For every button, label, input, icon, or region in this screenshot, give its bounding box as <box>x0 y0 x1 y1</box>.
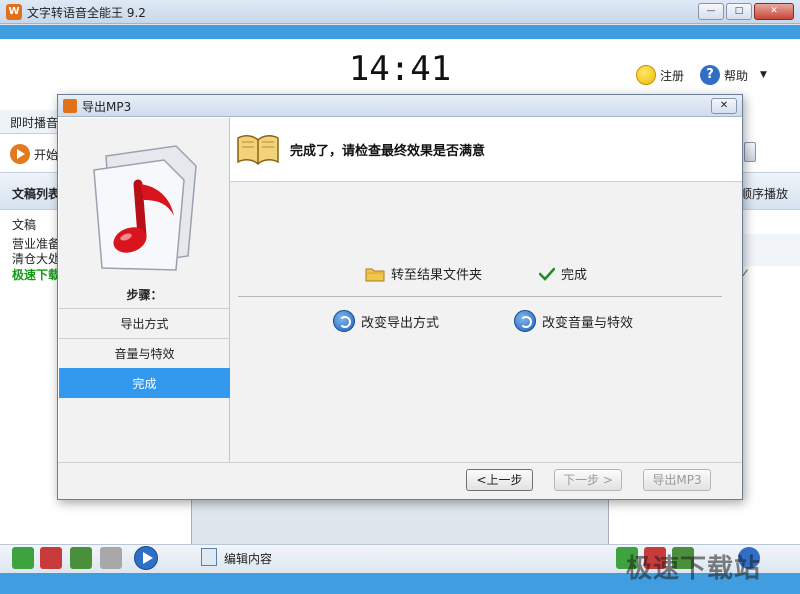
previous-step-button[interactable]: <上一步 <box>466 469 533 491</box>
change-export-method-button[interactable]: 改变导出方式 <box>333 310 439 332</box>
watermark: 极速下载站 <box>626 554 762 584</box>
top-blue-band <box>0 25 800 39</box>
volume-slider-handle[interactable] <box>744 142 756 162</box>
music-note-icon <box>93 145 197 271</box>
dialog-title: 导出MP3 <box>82 100 132 114</box>
register-button[interactable]: 注册 <box>636 65 684 85</box>
open-result-folder-button[interactable]: 转至结果文件夹 <box>365 264 482 283</box>
green-check-icon <box>539 267 555 281</box>
step-volume-effects[interactable]: 音量与特效 <box>59 338 230 368</box>
open-result-folder-label: 转至结果文件夹 <box>391 268 483 283</box>
start-button[interactable]: 开始 <box>10 144 58 164</box>
help-label: 帮助 <box>724 68 749 83</box>
step-finish[interactable]: 完成 <box>59 368 230 398</box>
dialog-title-bar <box>58 95 742 117</box>
add-document-icon[interactable] <box>12 547 34 569</box>
list-item[interactable]: 文稿 <box>12 216 36 233</box>
delete-document-icon[interactable] <box>40 547 62 569</box>
help-button[interactable]: ? 帮助 <box>700 65 748 85</box>
change-export-method-label: 改变导出方式 <box>361 315 440 331</box>
change-volume-effects-button[interactable]: 改变音量与特效 <box>514 310 633 332</box>
back-arrow-icon <box>514 310 536 332</box>
export-mp3-button[interactable]: 导出MP3 <box>643 469 711 491</box>
dialog-app-icon <box>63 99 77 113</box>
tab-instant-broadcast[interactable]: 即时播音 <box>10 114 58 131</box>
start-label: 开始 <box>34 147 59 162</box>
list-item[interactable]: 清仓大处 <box>12 250 60 267</box>
steps-sidebar: 步骤： 导出方式 音量与特效 完成 <box>59 118 230 463</box>
dialog-footer <box>58 462 742 499</box>
edit-content-label[interactable]: 编辑内容 <box>224 550 272 567</box>
move-up-icon[interactable] <box>70 547 92 569</box>
play-icon <box>10 144 30 164</box>
register-label: 注册 <box>660 68 685 83</box>
back-arrow-icon <box>333 310 355 332</box>
maximize-button[interactable]: □ <box>726 3 752 20</box>
move-down-icon[interactable] <box>100 547 122 569</box>
minimize-button[interactable]: — <box>698 3 724 20</box>
step-export-method[interactable]: 导出方式 <box>59 308 230 338</box>
steps-title: 步骤： <box>126 288 163 302</box>
book-icon <box>237 135 279 166</box>
next-step-button[interactable]: 下一步 > <box>554 469 622 491</box>
help-dropdown-caret-icon[interactable]: ▼ <box>760 70 767 80</box>
sequential-play-label[interactable]: 顺序播放 <box>740 185 788 202</box>
done-label: 完成 <box>561 268 588 283</box>
list-item[interactable]: 极速下载 <box>12 266 60 283</box>
help-icon: ? <box>700 65 720 85</box>
change-volume-effects-label: 改变音量与特效 <box>542 315 634 331</box>
folder-icon <box>365 268 385 281</box>
dialog-heading: 完成了，请检查最终效果是否满意 <box>290 144 486 159</box>
app-icon: W <box>6 4 22 20</box>
done-button[interactable]: 完成 <box>539 264 587 283</box>
close-button[interactable]: ✕ <box>754 3 794 20</box>
app-title: 文字转语音全能王 9.2 <box>27 6 146 20</box>
window-controls: — □ ✕ <box>698 3 794 20</box>
content-divider <box>238 296 722 297</box>
play-button[interactable] <box>134 546 158 570</box>
document-list-header-label: 文稿列表 <box>12 187 61 201</box>
smiley-icon <box>636 65 656 85</box>
dialog-close-button[interactable]: ✕ <box>711 98 737 114</box>
edit-content-icon <box>201 548 217 566</box>
